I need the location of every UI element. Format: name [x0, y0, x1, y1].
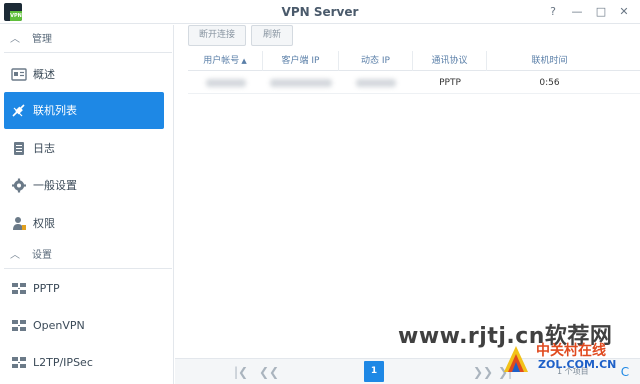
zol-logo-icon	[504, 346, 528, 372]
maximize-button[interactable]: □	[594, 5, 608, 19]
sidebar-item-label: 联机列表	[33, 104, 77, 117]
redacted-text	[356, 79, 396, 87]
section-manage[interactable]: ︿ 管理	[4, 27, 172, 53]
sidebar-item-general-settings[interactable]: 一般设置	[4, 167, 164, 204]
table-header: 用户帐号 ▲ 客户端 IP 动态 IP 通讯协议 联机时间	[188, 51, 640, 71]
column-header-user-account[interactable]: 用户帐号 ▲	[188, 51, 263, 71]
first-page-button[interactable]: |❮	[233, 364, 249, 380]
column-header-protocol[interactable]: 通讯协议	[413, 51, 487, 71]
chevron-up-icon: ︿	[10, 34, 20, 45]
sidebar-item-l2tp-ipsec[interactable]: L2TP/IPSec	[4, 344, 164, 381]
column-header-dynamic-ip[interactable]: 动态 IP	[339, 51, 413, 71]
sidebar-item-connection-list[interactable]: 联机列表	[4, 92, 164, 129]
refresh-button[interactable]: 刷新	[251, 25, 293, 46]
redacted-text	[270, 79, 332, 87]
current-page-button[interactable]: 1	[364, 361, 384, 382]
section-label: 设置	[32, 250, 52, 261]
redacted-text	[205, 79, 246, 87]
connection-list-icon	[12, 104, 25, 117]
close-button[interactable]: ✕	[617, 5, 631, 19]
sidebar-item-permissions[interactable]: 权限	[4, 205, 164, 242]
sidebar: ︿ 管理 概述 联机列表 日志 一般设置 权限 ︿ 设置 PPTP OpenVP…	[0, 25, 174, 384]
cell-client-ip	[263, 72, 339, 94]
user-permission-icon	[13, 217, 26, 230]
cell-dynamic-ip	[339, 72, 413, 94]
window-title: VPN Server	[281, 5, 359, 19]
section-label: 管理	[32, 34, 52, 45]
column-label: 用户帐号	[203, 56, 240, 66]
help-button[interactable]: ?	[546, 5, 560, 19]
network-icon	[12, 320, 26, 331]
title-bar: VPN VPN Server ? — □ ✕	[0, 0, 640, 24]
network-icon	[12, 357, 26, 368]
minimize-button[interactable]: —	[570, 5, 584, 19]
sidebar-item-label: 日志	[33, 142, 55, 155]
section-settings[interactable]: ︿ 设置	[4, 243, 172, 269]
watermark-cn-text: 中关村在线	[536, 343, 606, 359]
cell-user-account	[188, 72, 263, 94]
table-row[interactable]: PPTP 0:56	[188, 72, 640, 94]
overview-icon	[11, 68, 27, 81]
watermark: www.rjtj.cn软荐网 中关村在线 ZOL.COM.CN	[398, 318, 636, 380]
watermark-domain-text: ZOL.COM.CN	[538, 358, 617, 371]
column-header-client-ip[interactable]: 客户端 IP	[263, 51, 339, 71]
previous-page-button[interactable]: ❮❮	[259, 364, 279, 380]
cell-uptime: 0:56	[539, 78, 560, 88]
sidebar-item-label: 权限	[33, 217, 55, 230]
sidebar-item-label: OpenVPN	[33, 319, 85, 332]
sidebar-item-openvpn[interactable]: OpenVPN	[4, 307, 164, 344]
chevron-up-icon: ︿	[10, 250, 20, 261]
sidebar-item-label: 概述	[33, 68, 55, 81]
sidebar-item-log[interactable]: 日志	[4, 130, 164, 167]
cell-protocol: PPTP	[439, 78, 461, 88]
sidebar-item-label: 一般设置	[33, 179, 77, 192]
sort-ascending-icon: ▲	[241, 57, 247, 65]
sidebar-item-label: PPTP	[33, 282, 60, 295]
sidebar-item-pptp[interactable]: PPTP	[4, 270, 164, 307]
sidebar-item-overview[interactable]: 概述	[4, 56, 164, 93]
sidebar-item-label: L2TP/IPSec	[33, 356, 93, 369]
disconnect-button[interactable]: 断开连接	[188, 25, 246, 46]
column-header-uptime[interactable]: 联机时间	[487, 51, 612, 71]
gear-icon	[12, 178, 26, 193]
network-icon	[12, 283, 26, 294]
log-icon	[14, 142, 24, 155]
